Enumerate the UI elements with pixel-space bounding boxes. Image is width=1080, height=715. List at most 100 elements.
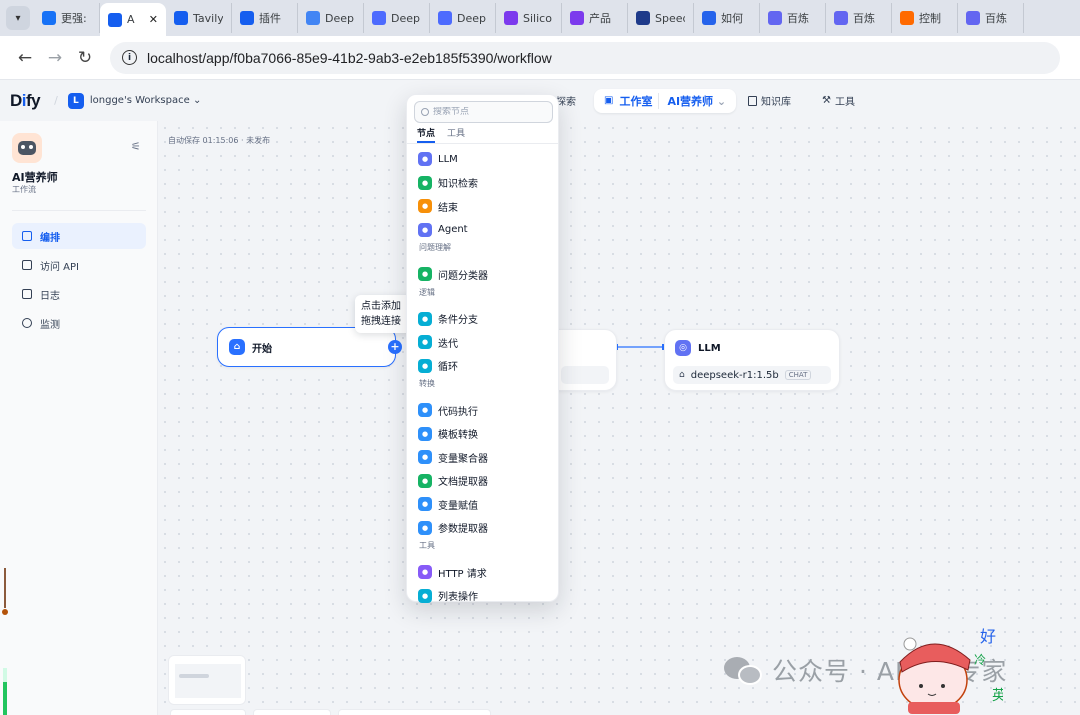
node-option[interactable]: ● 条件分支 (418, 309, 478, 329)
dify-icon (108, 12, 122, 27)
app-settings-icon[interactable]: ⚟ (131, 140, 141, 153)
zoom-controls[interactable] (170, 709, 246, 715)
llm-icon: ◎ (675, 340, 691, 356)
sidebar-item[interactable]: 日志 (12, 281, 146, 307)
url-omnibox[interactable]: i localhost/app/f0ba7066-85e9-41b2-9ab3-… (110, 41, 1060, 74)
url-text[interactable]: localhost/app/f0ba7066-85e9-41b2-9ab3-e2… (147, 50, 552, 66)
canvas-toolbar-right[interactable] (338, 709, 491, 715)
llm-node[interactable]: ◎ LLM ⌂ deepseek-r1:1.5b CHAT (664, 329, 840, 391)
browser-tab-title: A (127, 13, 135, 26)
canvas-toolbar[interactable] (253, 709, 331, 715)
bailian-icon (768, 11, 782, 25)
node-type-icon: ● (418, 426, 432, 441)
browser-tab[interactable]: 产品 (562, 3, 628, 33)
nav-tools[interactable]: ⚒ 工具 (822, 93, 855, 108)
aliyun-icon (900, 11, 914, 25)
bailian-icon (966, 11, 980, 25)
browser-tab-title: Tavily (193, 11, 223, 25)
node-option[interactable]: ● 代码执行 (418, 400, 478, 420)
current-app-selector[interactable]: AI营养师 ⌄ (658, 92, 726, 109)
canvas-minimap[interactable] (168, 655, 246, 705)
header-separator: / (54, 94, 58, 107)
node-option[interactable]: ● Agent (418, 220, 468, 240)
browser-tab[interactable]: Deep (364, 3, 430, 33)
monitor-icon (22, 318, 32, 328)
tab-search-chevron-icon[interactable]: ▾ (6, 6, 30, 30)
browser-tab[interactable]: Deep (430, 3, 496, 33)
node-option[interactable]: ● 循环 (418, 356, 458, 376)
home-icon: ⌂ (229, 339, 245, 355)
model-mode-badge: CHAT (784, 370, 812, 380)
nav-studio[interactable]: ▣ 工作室 AI营养师 ⌄ (594, 88, 737, 113)
node-type-icon: ● (418, 199, 432, 213)
node-option[interactable]: ● 文档提取器 (418, 471, 488, 491)
browser-tab[interactable]: A ✕ (100, 3, 166, 36)
browser-tab-title: 插件 (259, 12, 281, 25)
node-option-label: 文档提取器 (438, 477, 488, 488)
browser-tab[interactable]: 百炼 (760, 3, 826, 33)
browser-tab[interactable]: 如何 (694, 3, 760, 33)
browser-tab[interactable]: Deep (298, 3, 364, 33)
browser-tab-title: Speed (655, 11, 685, 25)
node-option[interactable]: ● HTTP 请求 (418, 562, 487, 582)
robot-icon (18, 141, 36, 155)
close-tab-icon[interactable]: ✕ (149, 13, 158, 26)
node-option[interactable]: ● 迭代 (418, 332, 458, 352)
browser-tab-title: Deep (325, 11, 354, 25)
node-search[interactable] (414, 101, 553, 123)
site-info-icon[interactable]: i (122, 50, 137, 65)
node-type-icon: ● (418, 588, 432, 603)
node-option[interactable]: ● 变量赋值 (418, 494, 478, 514)
llm-model-tag: ⌂ deepseek-r1:1.5b CHAT (673, 366, 831, 384)
node-option-label: 模板转换 (438, 430, 478, 441)
node-option[interactable]: ● 模板转换 (418, 424, 478, 444)
browser-tab[interactable]: Speed (628, 3, 694, 33)
workspace-avatar[interactable]: L (67, 92, 84, 109)
dify-icon (240, 11, 254, 25)
browser-tab[interactable]: 百炼 (826, 3, 892, 33)
sidebar-item[interactable]: 编排 (12, 223, 146, 249)
dify-logo[interactable]: Dify (10, 91, 41, 111)
hammer-icon: ⚒ (822, 95, 831, 106)
node-option-label: 问题分类器 (438, 270, 488, 282)
node-option[interactable]: ● 变量聚合器 (418, 447, 488, 467)
browser-tab[interactable]: 百炼 (958, 3, 1024, 33)
back-arrow-icon[interactable]: ← (10, 43, 40, 73)
node-option[interactable]: ● LLM (418, 149, 458, 169)
node-field (561, 366, 609, 384)
browser-tab[interactable]: Tavily (166, 3, 232, 33)
browser-tab[interactable]: 更强: (34, 3, 100, 33)
tab-nodes[interactable]: 节点 (417, 126, 436, 143)
node-type-icon: ● (418, 403, 432, 417)
browser-tab[interactable]: Silico (496, 3, 562, 33)
sidebar-item[interactable]: 监测 (12, 310, 146, 336)
node-option[interactable]: ● 问题分类器 (418, 264, 488, 284)
model-icon: ⌂ (679, 370, 685, 380)
start-node[interactable]: ⌂ 开始 + (217, 327, 402, 367)
node-type-icon: ● (418, 497, 432, 511)
forward-arrow-icon[interactable]: → (40, 43, 70, 73)
node-option-label: 列表操作 (438, 592, 478, 603)
browser-tab-title: 如何 (721, 12, 743, 25)
browser-tab[interactable]: 控制 (892, 3, 958, 33)
tab-tools[interactable]: 工具 (447, 126, 465, 143)
node-option[interactable]: ● 参数提取器 (418, 518, 488, 538)
picker-section-label: 逻辑 (419, 287, 435, 297)
reload-icon[interactable]: ↻ (70, 43, 100, 73)
chevron-down-icon: ⌄ (192, 95, 202, 106)
node-option[interactable]: ● 知识检索 (418, 173, 478, 193)
node-option[interactable]: ● 结束 (418, 196, 458, 216)
nav-knowledge[interactable]: 知识库 (748, 93, 791, 108)
google-icon (306, 11, 320, 25)
level-bar-icon (3, 668, 7, 715)
add-node-plus-icon[interactable]: + (388, 340, 402, 354)
node-picker-popup: 节点 工具 ● LLM ● 知识检索 ● 结束 ● Agent 问题理解 ● 问题分类器逻辑 ● 条件分… (406, 94, 559, 603)
llm-node-title: LLM (698, 342, 721, 354)
nav-explore[interactable]: 探索 (556, 93, 576, 108)
node-type-icon: ● (418, 450, 432, 464)
sidebar-item[interactable]: 访问 API (12, 252, 146, 278)
browser-tab[interactable]: 插件 (232, 3, 298, 33)
workspace-selector[interactable]: longge's Workspace ⌄ (90, 95, 201, 106)
node-option[interactable]: ● 列表操作 (418, 586, 478, 606)
node-search-input[interactable] (433, 107, 543, 117)
